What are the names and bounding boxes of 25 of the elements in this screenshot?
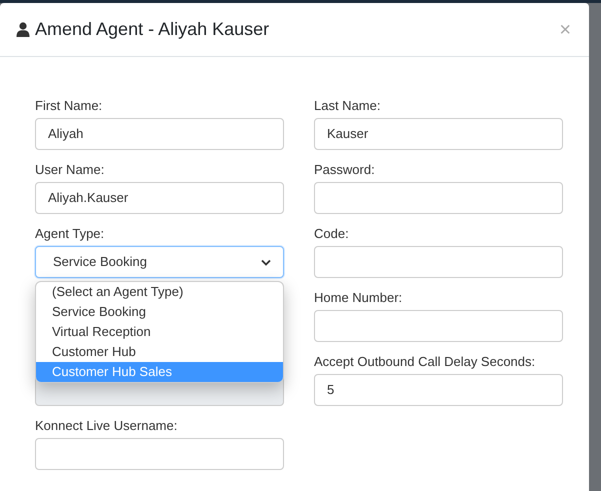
user-icon — [16, 22, 30, 37]
input-field[interactable]: Aliyah.Kauser — [35, 182, 284, 214]
input-field[interactable] — [314, 246, 563, 278]
dropdown-option[interactable]: Virtual Reception — [36, 322, 283, 342]
dropdown-option[interactable]: (Select an Agent Type) — [36, 282, 283, 302]
dropdown-option[interactable]: Customer Hub — [36, 342, 283, 362]
field-label: First Name: — [35, 98, 102, 113]
input-field[interactable]: 5 — [314, 374, 563, 406]
field-label: Konnect Live Username: — [35, 418, 178, 433]
input-field[interactable] — [314, 182, 563, 214]
field-label: Code: — [314, 226, 349, 241]
dialog-title: Amend Agent - Aliyah Kauser — [35, 18, 270, 41]
field-label: Accept Outbound Call Delay Seconds: — [314, 354, 536, 369]
input-field[interactable] — [314, 310, 563, 342]
dropdown-option[interactable]: Service Booking — [36, 302, 283, 322]
agent-type-select[interactable]: Service Booking — [35, 246, 284, 278]
field-label: User Name: — [35, 162, 104, 177]
chevron-down-icon — [261, 258, 271, 266]
field-label: Home Number: — [314, 290, 402, 305]
field-label: Last Name: — [314, 98, 380, 113]
field-label: Agent Type: — [35, 226, 104, 241]
input-field[interactable] — [35, 438, 284, 470]
field-label: Password: — [314, 162, 375, 177]
input-field[interactable]: Aliyah — [35, 118, 284, 150]
input-field[interactable]: Kauser — [314, 118, 563, 150]
